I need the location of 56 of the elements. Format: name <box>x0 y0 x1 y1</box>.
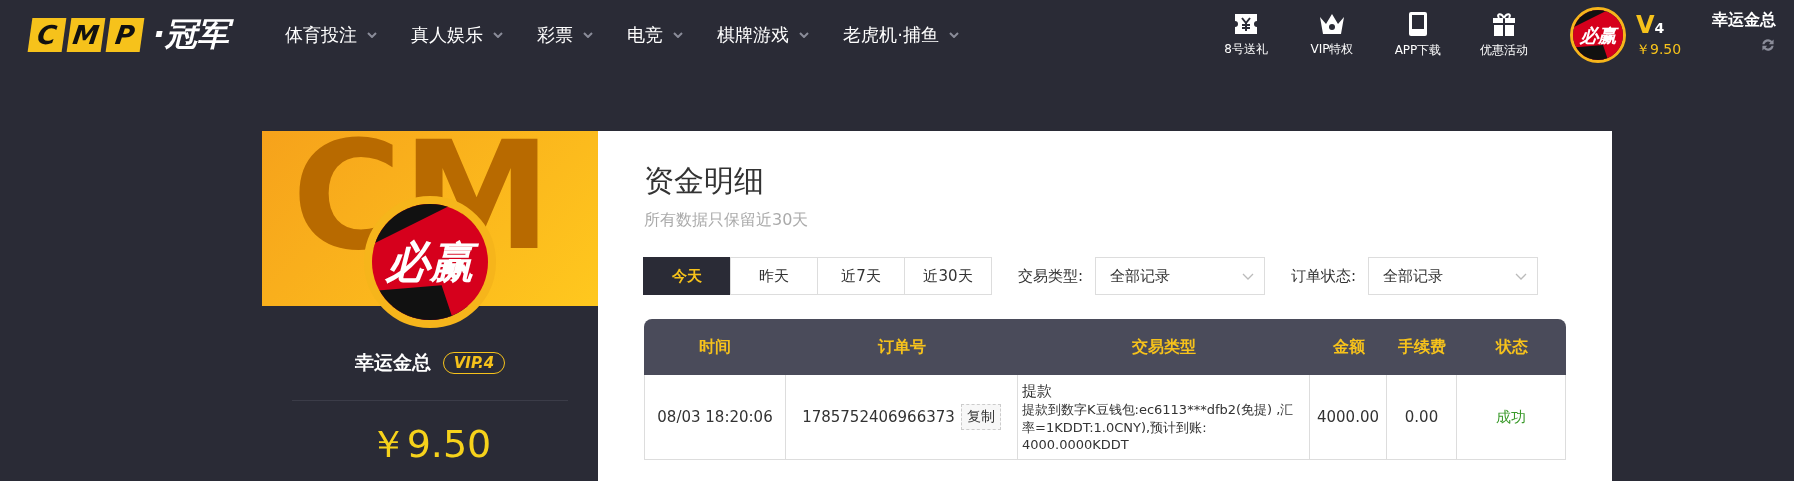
nav-item[interactable]: 老虎机·捕鱼 <box>843 23 959 47</box>
column-header: 交易类型 <box>1018 319 1310 375</box>
table-cell: 08/03 18:20:06 <box>644 375 786 460</box>
logo-letter: P <box>105 18 145 52</box>
page-title: 资金明细 <box>644 162 765 200</box>
table-cell: 4000.00 <box>1310 375 1387 460</box>
chevron-down-icon <box>1242 272 1255 280</box>
table-cell: 0.00 <box>1387 375 1457 460</box>
filter-label: 订单状态: <box>1291 266 1357 286</box>
chevron-down-icon <box>583 32 594 38</box>
transaction-type: 提款 <box>1022 382 1053 401</box>
nav-item[interactable]: 棋牌游戏 <box>717 23 810 47</box>
filter-dropdown[interactable]: 全部记录 <box>1368 257 1539 295</box>
quick-link[interactable]: APP下载 <box>1378 11 1458 59</box>
chevron-down-icon <box>1515 272 1528 280</box>
date-range-tab[interactable]: 昨天 <box>730 257 818 295</box>
ticket-icon <box>1234 12 1258 35</box>
column-header: 金额 <box>1310 319 1387 375</box>
logo-letter: M <box>66 18 106 52</box>
chevron-down-icon <box>367 32 378 38</box>
profile-name: 幸运金总 <box>354 350 431 375</box>
logo-letter: C <box>27 18 67 52</box>
order-number: 1785752406966373 <box>802 408 955 426</box>
profile-balance: ￥9.50 <box>367 421 493 468</box>
column-header: 状态 <box>1457 319 1566 375</box>
crown-icon <box>1319 12 1345 35</box>
transaction-detail: 提款到数字K豆钱包:ec6113***dfb2(免提) ,汇率=1KDDT:1.0CNY),预计到账: 4000.0000KDDT <box>1022 401 1295 452</box>
column-header: 时间 <box>644 319 786 375</box>
column-header: 手续费 <box>1387 319 1457 375</box>
quick-link[interactable]: 8号送礼 <box>1206 12 1286 58</box>
date-range-tab[interactable]: 近7天 <box>817 257 905 295</box>
user-name: 幸运金总 <box>1712 9 1776 31</box>
chevron-down-icon <box>948 32 959 38</box>
filter-label: 交易类型: <box>1018 266 1084 286</box>
filter-dropdown[interactable]: 全部记录 <box>1095 257 1266 295</box>
refresh-icon[interactable] <box>1760 36 1776 53</box>
chevron-down-icon <box>673 32 684 38</box>
column-header: 订单号 <box>786 319 1018 375</box>
date-range-tab[interactable]: 近30天 <box>904 257 992 295</box>
chevron-down-icon <box>799 32 810 38</box>
status-text: 成功 <box>1496 407 1526 426</box>
page-subtitle: 所有数据只保留近30天 <box>644 210 810 231</box>
balance: ￥9.50 <box>1636 40 1683 59</box>
avatar-logo: 必赢 <box>1570 7 1626 63</box>
quick-link[interactable]: 优惠活动 <box>1464 11 1544 59</box>
tablet-icon <box>1409 11 1427 36</box>
nav-item[interactable]: 真人娱乐 <box>411 23 504 47</box>
nav-item[interactable]: 彩票 <box>537 23 594 47</box>
vip-level: V4 <box>1636 11 1666 41</box>
date-range-tab[interactable]: 今天 <box>643 257 731 295</box>
gift-icon <box>1492 11 1516 36</box>
quick-link[interactable]: VIP特权 <box>1292 12 1372 58</box>
nav-item[interactable]: 体育投注 <box>285 23 378 47</box>
chevron-down-icon <box>493 32 504 38</box>
nav-item[interactable]: 电竞 <box>627 23 684 47</box>
copy-button[interactable]: 复制 <box>960 404 1001 430</box>
